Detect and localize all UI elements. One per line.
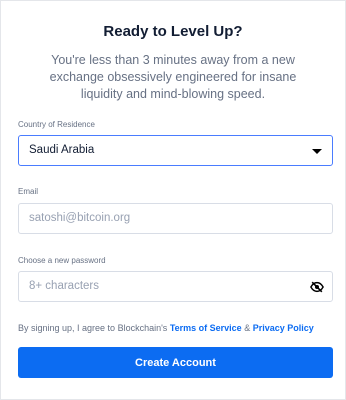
privacy-policy-link[interactable]: Privacy Policy <box>253 323 314 333</box>
password-placeholder: 8+ characters <box>29 280 99 292</box>
signup-card: Ready to Level Up? You're less than 3 mi… <box>0 0 346 400</box>
chevron-down-icon <box>312 149 322 154</box>
terms-prefix: By signing up, I agree to Blockchain's <box>18 323 170 333</box>
email-field[interactable]: satoshi@bitcoin.org <box>18 203 333 234</box>
terms-text: By signing up, I agree to Blockchain's T… <box>18 323 335 333</box>
password-field[interactable]: 8+ characters <box>18 271 333 302</box>
country-select[interactable]: Saudi Arabia <box>18 135 333 166</box>
page-subtitle: You're less than 3 minutes away from a n… <box>49 53 297 101</box>
create-account-button[interactable]: Create Account <box>18 347 333 378</box>
email-label: Email <box>18 187 39 196</box>
country-label: Country of Residence <box>18 120 95 129</box>
page-title: Ready to Level Up? <box>103 23 243 40</box>
terms-of-service-link[interactable]: Terms of Service <box>170 323 242 333</box>
password-label: Choose a new password <box>18 256 106 265</box>
eye-slash-icon[interactable] <box>310 280 324 294</box>
email-placeholder: satoshi@bitcoin.org <box>29 212 131 224</box>
terms-and: & <box>241 323 253 333</box>
country-value: Saudi Arabia <box>29 144 95 156</box>
